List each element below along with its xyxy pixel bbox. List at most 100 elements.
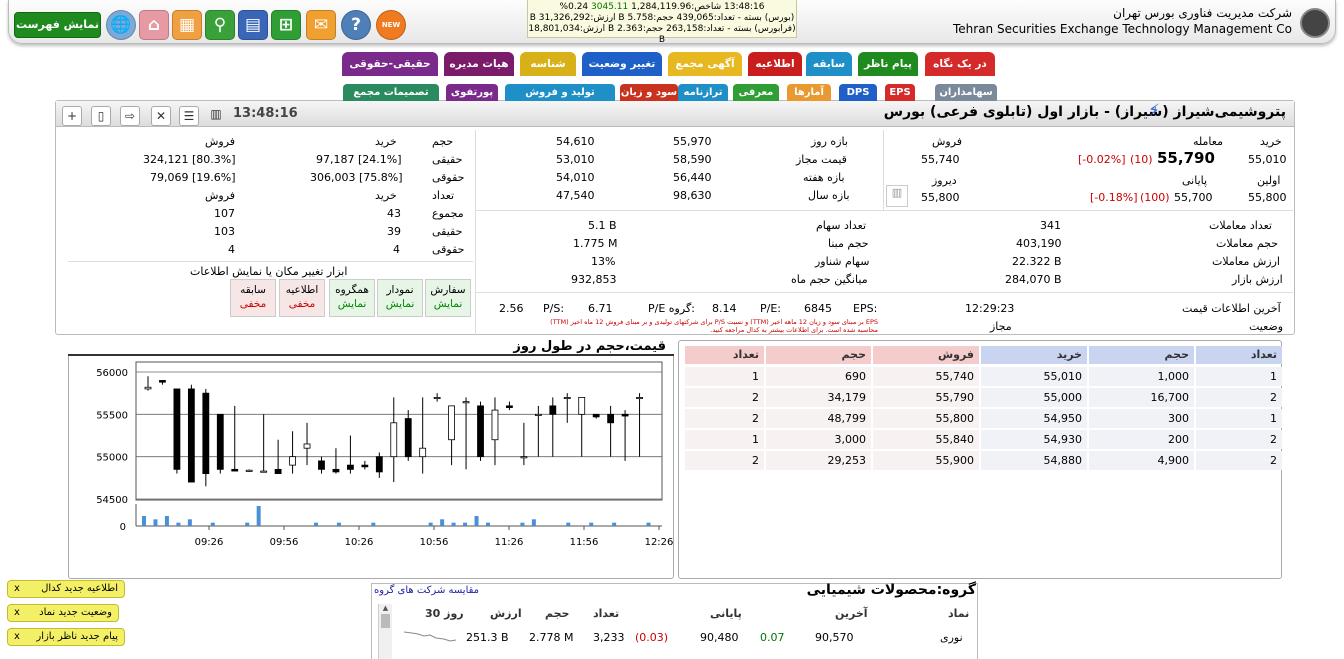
orderbook-cell[interactable]: 34,179: [766, 388, 871, 407]
grid-icon[interactable]: ⊞: [271, 10, 301, 40]
orderbook-cell[interactable]: 4,900: [1089, 451, 1194, 470]
table-icon[interactable]: ▦: [172, 10, 202, 40]
orderbook-cell[interactable]: 55,790: [873, 388, 979, 407]
tool-state: مخفی: [288, 298, 316, 310]
close-icon[interactable]: x: [14, 581, 20, 597]
notice-text: وضعیت جدید نماد: [39, 607, 112, 618]
search-icon[interactable]: ⚲: [205, 10, 235, 40]
message-icon[interactable]: ✉: [306, 10, 336, 40]
tool-toggle-4[interactable]: سابقه مخفی: [230, 279, 276, 317]
price-volume-chart[interactable]: 56000 55500 55000 54500 0 09:26 09:56 10:26 10:5…: [68, 358, 674, 578]
close-icon[interactable]: x: [14, 629, 20, 645]
orderbook-cell[interactable]: 16,700: [1089, 388, 1194, 407]
orderbook-cell[interactable]: 2: [1196, 451, 1282, 470]
home-icon[interactable]: ⌂: [139, 10, 169, 40]
orderbook-cell[interactable]: 54,880: [981, 451, 1087, 470]
orderbook-cell[interactable]: 55,000: [981, 388, 1087, 407]
orderbook-header-0: تعداد: [1196, 346, 1282, 364]
tool-toggle-2[interactable]: همگروه نمایش: [329, 279, 375, 317]
orderbook-cell[interactable]: 200: [1089, 430, 1194, 449]
notice-2[interactable]: پیام جدید ناظر بازار x: [7, 628, 125, 646]
candle-body: [448, 405, 456, 441]
globe-icon[interactable]: 🌐: [106, 10, 136, 40]
tab-top-2[interactable]: سابقه: [806, 52, 852, 76]
add-icon[interactable]: +: [62, 106, 82, 126]
shares-label: تعداد سهام: [816, 219, 867, 232]
list-icon[interactable]: ☰: [179, 106, 199, 126]
orderbook-cell[interactable]: 2: [1196, 388, 1282, 407]
scroll-up-icon[interactable]: ▲: [379, 604, 392, 612]
tab-top-3[interactable]: اطلاعیه: [748, 52, 802, 76]
orderbook-cell[interactable]: 55,740: [873, 367, 979, 386]
compare-group-link[interactable]: مقایسه شرکت های گروه: [374, 585, 479, 596]
market-value: 284,070 B: [1005, 273, 1062, 286]
market-ticker[interactable]: 13:48:16 شاخص:1,284,119.96 3045.11 0.24%…: [527, 0, 797, 45]
help-icon[interactable]: ?: [341, 10, 371, 40]
chart-book-icon[interactable]: ▤: [238, 10, 268, 40]
orderbook-cell[interactable]: 2: [1196, 430, 1282, 449]
show-list-button[interactable]: نمایش فهرست: [14, 12, 101, 38]
candle-body: [607, 413, 615, 424]
tool-toggle-1[interactable]: نمودار نمایش: [377, 279, 423, 317]
orderbook-cell[interactable]: 29,253: [766, 451, 871, 470]
tab-bottom-8[interactable]: تصمیمات مجمع: [343, 84, 439, 101]
tab-bottom-2[interactable]: آمارها: [787, 84, 831, 101]
ticker-time: 13:48:16: [724, 2, 765, 12]
group-symbol[interactable]: نوری: [940, 631, 963, 644]
notice-0[interactable]: اطلاعیه جدید کدال x: [7, 580, 125, 598]
tool-toggle-0[interactable]: سفارش نمایش: [425, 279, 471, 317]
orderbook-cell[interactable]: 55,900: [873, 451, 979, 470]
orderbook-cell[interactable]: 1: [685, 430, 764, 449]
new-badge-icon[interactable]: NEW: [376, 10, 406, 40]
orderbook-cell[interactable]: 55,840: [873, 430, 979, 449]
tab-top-5[interactable]: تغییر وضعیت: [582, 52, 662, 76]
tab-top-6[interactable]: شناسه: [520, 52, 576, 76]
orderbook-cell[interactable]: 2: [685, 388, 764, 407]
tools-icon[interactable]: ✕: [151, 106, 171, 126]
tab-bottom-3[interactable]: معرفی: [733, 84, 779, 101]
candle-body: [318, 460, 325, 470]
document-icon[interactable]: ▯: [91, 106, 111, 126]
orderbook-cell[interactable]: 3,000: [766, 430, 871, 449]
tool-toggle-3[interactable]: اطلاعیه مخفی: [279, 279, 325, 317]
bar-chart-icon[interactable]: ▥: [206, 105, 226, 125]
orderbook-cell[interactable]: 2: [685, 409, 764, 428]
orderbook-cell[interactable]: 48,799: [766, 409, 871, 428]
tab-bottom-1[interactable]: DPS: [839, 84, 877, 101]
orderbook-header-3: فروش: [873, 346, 979, 364]
orderbook-cell[interactable]: 1: [1196, 409, 1282, 428]
orderbook-cell[interactable]: 1: [685, 367, 764, 386]
tab-top-8[interactable]: حقیقی-حقوقی: [342, 52, 438, 76]
tab-top-1[interactable]: پیام ناظر: [858, 52, 918, 76]
orderbook-cell[interactable]: 300: [1089, 409, 1194, 428]
tab-top-7[interactable]: هیات مدیره: [444, 52, 514, 76]
ticker-change: 3045.11: [591, 2, 629, 12]
orderbook-cell[interactable]: 55,800: [873, 409, 979, 428]
mini-chart-icon[interactable]: ▥: [886, 185, 908, 207]
legal-buy-volume: 306,003 [75.8%]: [310, 171, 403, 184]
notice-1[interactable]: وضعیت جدید نماد x: [7, 604, 119, 622]
orderbook-cell[interactable]: 54,950: [981, 409, 1087, 428]
orderbook-cell[interactable]: 55,010: [981, 367, 1087, 386]
tab-top-0[interactable]: در یک نگاه: [925, 52, 995, 76]
tab-bottom-9[interactable]: سهامداران: [935, 84, 997, 101]
notice-text: اطلاعیه جدید کدال: [41, 583, 118, 594]
scroll-thumb[interactable]: [381, 614, 390, 628]
group-scrollbar[interactable]: ▲: [378, 604, 392, 659]
orderbook-cell[interactable]: 1,000: [1089, 367, 1194, 386]
candle-body: [578, 397, 586, 415]
tab-bottom-7[interactable]: پورتفوی: [446, 84, 498, 101]
tab-bottom-6[interactable]: تولید و فروش: [505, 84, 615, 101]
tab-bottom-4[interactable]: ترازنامه: [678, 84, 728, 101]
tab-bottom-5[interactable]: سود و زیان: [620, 84, 678, 101]
export-icon[interactable]: ⇨: [120, 106, 140, 126]
orderbook-cell[interactable]: 2: [685, 451, 764, 470]
orderbook-cell[interactable]: 690: [766, 367, 871, 386]
tab-bottom-0[interactable]: EPS: [885, 84, 915, 101]
tab-top-4[interactable]: آگهی مجمع: [668, 52, 742, 76]
month-avg-label: میانگین حجم ماه: [791, 273, 868, 286]
orderbook-cell[interactable]: 54,930: [981, 430, 1087, 449]
close-icon[interactable]: x: [14, 605, 20, 621]
orderbook-cell[interactable]: 1: [1196, 367, 1282, 386]
volume-bar: [153, 519, 158, 526]
